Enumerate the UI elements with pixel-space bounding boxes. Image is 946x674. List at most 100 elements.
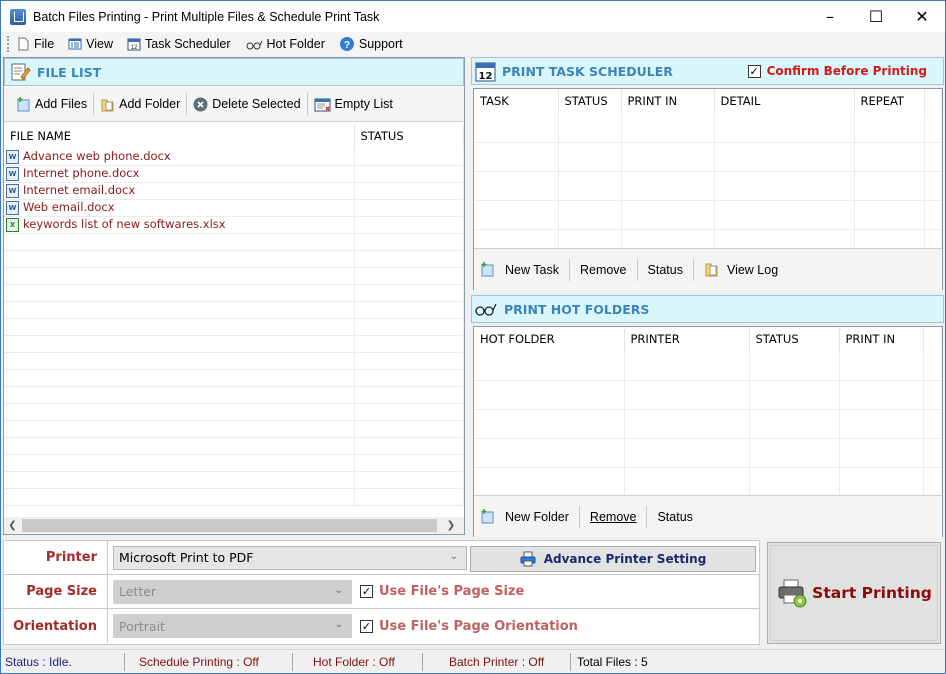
minimize-button[interactable]: – (807, 1, 853, 32)
remove-folder-button[interactable]: Remove (580, 503, 647, 531)
hot-folder-cell (839, 467, 924, 494)
scheduler-column-header[interactable]: STATUS (558, 89, 622, 113)
use-orientation-label[interactable]: Use File's Page Orientation (379, 619, 578, 634)
column-header-file-name[interactable]: FILE NAME (4, 124, 355, 148)
empty-row (4, 301, 464, 319)
menu-view[interactable]: View (68, 37, 113, 51)
view-log-button[interactable]: View Log (694, 256, 788, 284)
file-name-cell: W Internet phone.docx (4, 165, 355, 183)
status-batch-printer: Batch Printer : Off (423, 652, 571, 671)
scheduler-column-header[interactable]: PRINT IN (621, 89, 715, 113)
scroll-left-arrow[interactable]: ❮ (4, 520, 21, 531)
menu-task-scheduler-label: Task Scheduler (145, 37, 231, 51)
page-size-value: Letter (119, 584, 157, 599)
delete-selected-button[interactable]: Delete Selected (187, 92, 306, 116)
menu-hot-folder[interactable]: Hot Folder (245, 37, 325, 51)
folder-icon (101, 99, 114, 111)
hot-folder-column-header[interactable]: PRINTER (624, 327, 750, 351)
scheduler-button-bar: New Task Remove Status View Log (474, 248, 942, 290)
file-name-cell (4, 437, 355, 455)
menu-file[interactable]: File (16, 37, 54, 51)
file-status-cell (354, 250, 464, 268)
add-files-button[interactable]: Add Files (10, 92, 93, 116)
new-folder-button[interactable]: New Folder (478, 503, 579, 531)
svg-text:12: 12 (131, 45, 138, 51)
hot-folder-column-header[interactable]: STATUS (749, 327, 840, 351)
menu-task-scheduler[interactable]: 12 Task Scheduler (127, 37, 231, 51)
file-name: Web email.docx (23, 200, 115, 215)
task-status-button[interactable]: Status (638, 256, 693, 284)
delete-selected-label: Delete Selected (212, 97, 301, 111)
empty-list-label: Empty List (334, 97, 393, 111)
empty-list-button[interactable]: Empty List (308, 92, 399, 116)
printer-label: Printer (4, 541, 108, 574)
file-row[interactable]: W Internet email.docx (4, 182, 464, 200)
glasses-icon (246, 40, 262, 50)
empty-row (4, 488, 464, 506)
scheduler-empty-row (474, 200, 942, 230)
scheduler-cell (924, 229, 942, 247)
horizontal-scrollbar[interactable]: ❮ ❯ (4, 517, 464, 534)
start-printing-button[interactable]: Start Printing (767, 542, 941, 644)
file-name-cell (4, 420, 355, 438)
file-row[interactable]: W Internet phone.docx (4, 165, 464, 183)
hot-folder-cell (624, 380, 750, 410)
add-folder-button[interactable]: Add Folder (94, 92, 186, 116)
scheduler-title: PRINT TASK SCHEDULER (502, 63, 673, 79)
chevron-down-icon: ⌄ (334, 619, 343, 630)
confirm-checkbox[interactable]: ✓ (747, 64, 761, 78)
file-status-cell (354, 420, 464, 438)
window-title: Batch Files Printing - Print Multiple Fi… (33, 9, 380, 24)
scheduler-column-filler (924, 89, 942, 113)
new-task-label: New Task (505, 262, 559, 277)
menu-support[interactable]: ? Support (339, 36, 403, 52)
page-size-select[interactable]: Letter ⌄ (113, 579, 352, 604)
file-status-cell (354, 216, 464, 234)
menu-file-label: File (34, 37, 55, 51)
hot-folder-cell (839, 409, 924, 439)
confirm-before-printing[interactable]: ✓ Confirm Before Printing (740, 64, 927, 78)
scheduler-cell (474, 113, 559, 143)
hot-folder-column-header[interactable]: PRINT IN (839, 327, 924, 351)
log-icon (705, 263, 718, 277)
file-status-cell (354, 386, 464, 404)
advance-printer-setting-button[interactable]: Advance Printer Setting (470, 546, 756, 572)
scroll-thumb[interactable] (22, 519, 437, 532)
status-bar: Status : Idle. Schedule Printing : Off H… (1, 649, 945, 673)
use-page-size-label[interactable]: Use File's Page Size (379, 584, 524, 599)
scheduler-column-header[interactable]: REPEAT (854, 89, 925, 113)
hot-folder-cell (839, 380, 924, 410)
file-status-cell (354, 454, 464, 472)
calendar-day: 12 (479, 71, 493, 82)
close-button[interactable]: ✕ (899, 1, 945, 32)
scheduler-cell (714, 171, 855, 201)
printer-select[interactable]: Microsoft Print to PDF ⌄ (113, 545, 467, 570)
file-name-cell: W Web email.docx (4, 199, 355, 217)
file-row[interactable]: W Advance web phone.docx (4, 148, 464, 166)
hot-folder-empty-row (474, 438, 942, 468)
empty-row (4, 318, 464, 336)
new-task-button[interactable]: New Task (478, 256, 569, 284)
remove-task-button[interactable]: Remove (570, 256, 637, 284)
column-header-status[interactable]: STATUS (354, 124, 464, 148)
maximize-button[interactable]: ☐ (853, 1, 899, 32)
folder-status-button[interactable]: Status (647, 503, 702, 531)
task-status-label: Status (647, 262, 683, 277)
file-row[interactable]: Xkeywords list of new softwares.xlsx (4, 216, 464, 234)
file-name-cell: W Advance web phone.docx (4, 148, 355, 166)
file-row[interactable]: W Web email.docx (4, 199, 464, 217)
file-name: Internet phone.docx (23, 166, 140, 181)
use-orientation-checkbox[interactable]: ✓ (360, 619, 373, 633)
glasses-icon (475, 303, 497, 316)
scroll-right-arrow[interactable]: ❯ (438, 520, 464, 531)
hot-folder-column-header[interactable]: HOT FOLDER (474, 327, 625, 351)
use-page-size-checkbox[interactable]: ✓ (360, 585, 373, 598)
scheduler-column-header[interactable]: TASK (474, 89, 559, 113)
hot-folder-cell (839, 351, 924, 381)
scheduler-column-header[interactable]: DETAIL (714, 89, 855, 113)
menu-bar: File View 12 Task Scheduler Hot Folder ?… (1, 32, 945, 56)
calendar-icon: 12 (127, 38, 141, 51)
remove-task-label: Remove (579, 262, 627, 277)
advance-printer-setting-label: Advance Printer Setting (543, 552, 707, 566)
orientation-select[interactable]: Portrait ⌄ (113, 614, 352, 638)
